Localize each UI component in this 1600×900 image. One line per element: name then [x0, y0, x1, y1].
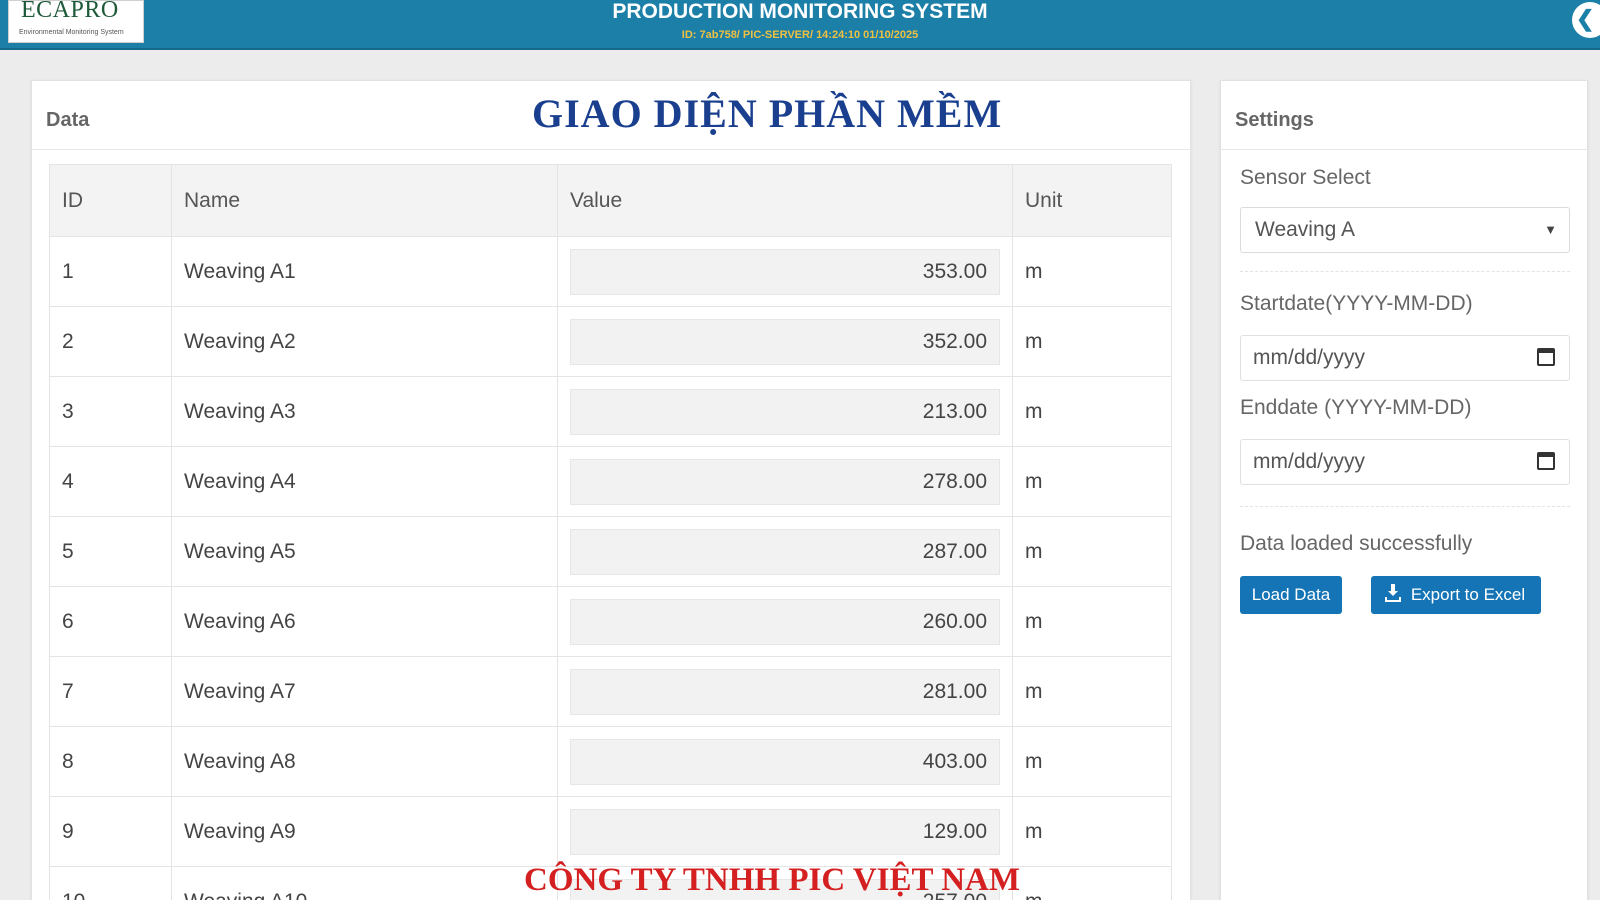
row-name: Weaving A8 [171, 726, 558, 797]
column-header-unit: Unit [1012, 164, 1172, 237]
row-name: Weaving A2 [171, 306, 558, 377]
row-unit: m [1012, 586, 1172, 657]
chevron-down-icon: ▼ [1544, 222, 1557, 237]
table-row: 7 Weaving A7 281.00 m [49, 656, 1172, 727]
startdate-placeholder: mm/dd/yyyy [1253, 346, 1366, 369]
row-id: 5 [49, 516, 172, 587]
row-value-cell: 260.00 [557, 586, 1013, 657]
table-header-row: ID Name Value Unit [49, 164, 1172, 237]
row-unit: m [1012, 376, 1172, 447]
load-data-button[interactable]: Load Data [1240, 576, 1342, 614]
row-name: Weaving A9 [171, 796, 558, 867]
row-value-cell: 213.00 [557, 376, 1013, 447]
row-name: Weaving A6 [171, 586, 558, 657]
startdate-input[interactable]: mm/dd/yyyy [1240, 335, 1570, 381]
table-row: 8 Weaving A8 403.00 m [49, 726, 1172, 797]
row-value-cell: 353.00 [557, 236, 1013, 307]
settings-panel-title: Settings [1235, 109, 1314, 131]
panel-divider [32, 149, 1190, 150]
row-id: 3 [49, 376, 172, 447]
row-name: Weaving A10 [171, 866, 558, 900]
row-value-cell: 403.00 [557, 726, 1013, 797]
row-name: Weaving A4 [171, 446, 558, 517]
status-message: Data loaded successfully [1240, 532, 1473, 555]
row-unit: m [1012, 796, 1172, 867]
sensor-select-value: Weaving A [1255, 218, 1356, 241]
settings-divider [1240, 506, 1570, 507]
row-unit: m [1012, 726, 1172, 797]
sensor-select[interactable]: Weaving A ▼ [1240, 207, 1570, 253]
system-title: PRODUCTION MONITORING SYSTEM [612, 0, 988, 23]
row-unit: m [1012, 516, 1172, 587]
export-button-label: Export to Excel [1410, 585, 1526, 604]
row-id: 4 [49, 446, 172, 517]
row-value-cell: 278.00 [557, 446, 1013, 517]
row-id: 10 [49, 866, 172, 900]
row-value-cell: 352.00 [557, 306, 1013, 377]
export-excel-button[interactable]: Export to Excel [1371, 576, 1541, 614]
settings-panel: Settings Sensor Select Weaving A ▼ Start… [1220, 80, 1588, 900]
settings-divider [1240, 271, 1570, 272]
enddate-input[interactable]: mm/dd/yyyy [1240, 439, 1570, 485]
value-field[interactable]: 352.00 [570, 318, 1000, 365]
overlay-title: GIAO DIỆN PHẦN MỀM [532, 91, 1003, 136]
value-field[interactable]: 353.00 [570, 248, 1000, 295]
table-row: 9 Weaving A9 129.00 m [49, 796, 1172, 867]
enddate-label: Enddate (YYYY-MM-DD) [1240, 396, 1472, 419]
value-field[interactable]: 287.00 [570, 528, 1000, 575]
row-unit: m [1012, 446, 1172, 517]
system-subtitle: ID: 7ab758/ PIC-SERVER/ 14:24:10 01/10/2… [681, 29, 919, 41]
value-field[interactable]: 260.00 [570, 598, 1000, 645]
table-row: 6 Weaving A6 260.00 m [49, 586, 1172, 657]
download-icon [1385, 584, 1401, 602]
table-row: 2 Weaving A2 352.00 m [49, 306, 1172, 377]
data-panel-title: Data [46, 109, 90, 131]
row-unit: m [1012, 306, 1172, 377]
row-id: 1 [49, 236, 172, 307]
row-id: 2 [49, 306, 172, 377]
calendar-icon[interactable] [1537, 452, 1555, 470]
row-name: Weaving A5 [171, 516, 558, 587]
value-field[interactable]: 278.00 [570, 458, 1000, 505]
calendar-icon[interactable] [1537, 348, 1555, 366]
arrow-left-icon[interactable]: ❮ [1572, 2, 1600, 38]
column-header-name: Name [171, 164, 558, 237]
startdate-label: Startdate(YYYY-MM-DD) [1240, 292, 1473, 315]
row-unit: m [1012, 236, 1172, 307]
row-value-cell: 287.00 [557, 516, 1013, 587]
row-name: Weaving A1 [171, 236, 558, 307]
panel-divider [1221, 149, 1587, 150]
table-row: 3 Weaving A3 213.00 m [49, 376, 1172, 447]
row-unit: m [1012, 866, 1172, 900]
row-value-cell: 129.00 [557, 796, 1013, 867]
row-id: 8 [49, 726, 172, 797]
data-table: ID Name Value Unit 1 Weaving A1 353.00 m 2 We… [49, 164, 1172, 900]
top-header-bar: ECAPRO Environmental Monitoring System P… [0, 0, 1600, 50]
column-header-id: ID [49, 164, 172, 237]
row-value-cell: 281.00 [557, 656, 1013, 727]
row-id: 6 [49, 586, 172, 657]
enddate-placeholder: mm/dd/yyyy [1253, 450, 1366, 473]
sensor-select-label: Sensor Select [1240, 166, 1371, 189]
row-id: 9 [49, 796, 172, 867]
row-name: Weaving A7 [171, 656, 558, 727]
row-id: 7 [49, 656, 172, 727]
column-header-value: Value [557, 164, 1013, 237]
row-unit: m [1012, 656, 1172, 727]
table-row: 4 Weaving A4 278.00 m [49, 446, 1172, 517]
value-field[interactable]: 129.00 [570, 808, 1000, 855]
table-row: 5 Weaving A5 287.00 m [49, 516, 1172, 587]
table-row: 1 Weaving A1 353.00 m [49, 236, 1172, 307]
value-field[interactable]: 403.00 [570, 738, 1000, 785]
row-name: Weaving A3 [171, 376, 558, 447]
value-field[interactable]: 213.00 [570, 388, 1000, 435]
company-watermark: CÔNG TY TNHH PIC VIỆT NAM [524, 862, 1020, 898]
value-field[interactable]: 281.00 [570, 668, 1000, 715]
